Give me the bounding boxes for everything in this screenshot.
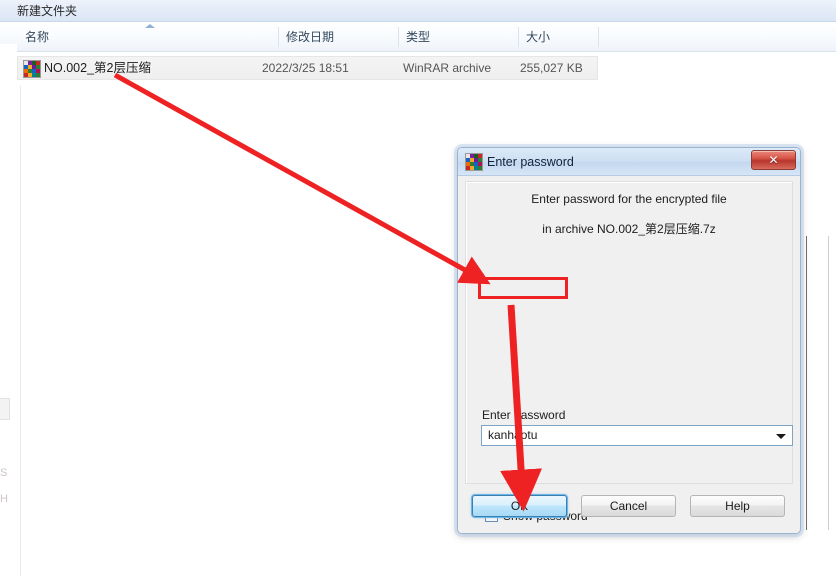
- column-header-1[interactable]: 修改日期: [278, 22, 398, 52]
- file-modified-cell: 2022/3/25 18:51: [262, 61, 349, 75]
- file-name-cell: NO.002_第2层压缩: [44, 61, 151, 75]
- winrar-archive-icon: [465, 153, 483, 171]
- dialog-titlebar: Enter password ✕: [458, 148, 800, 176]
- window-right-border-outer: [828, 236, 829, 530]
- folder-name-label: 新建文件夹: [17, 4, 78, 18]
- column-separator-2[interactable]: [398, 27, 399, 47]
- help-button[interactable]: Help: [690, 495, 785, 517]
- background-divider: [20, 86, 21, 576]
- ok-button[interactable]: OK: [472, 495, 567, 517]
- background-glyph-2: H: [0, 493, 8, 505]
- screen: 新建文件夹 名称 修改日期 类型 大小 NO.002_第2层压缩 2022/3/25 …: [0, 0, 836, 576]
- password-combobox[interactable]: [481, 425, 793, 446]
- dialog-title: Enter password: [487, 155, 574, 169]
- password-field-label: Enter password: [482, 408, 566, 422]
- winrar-archive-icon: [23, 60, 41, 78]
- background-glyph-1: S: [0, 467, 8, 479]
- ascending-sort-arrow-icon: [145, 24, 155, 28]
- column-separator-1[interactable]: [278, 27, 279, 47]
- explorer-toolbar: 新建文件夹: [0, 0, 836, 22]
- left-panel-edge: [0, 398, 10, 420]
- chevron-down-icon[interactable]: [770, 426, 792, 445]
- annotation-arrow-to-password: [113, 72, 491, 285]
- file-list-column-headers: 名称 修改日期 类型 大小: [0, 22, 836, 74]
- window-right-border: [806, 236, 807, 530]
- column-separator-end[interactable]: [598, 27, 599, 47]
- dialog-message-line-2: in archive NO.002_第2层压缩.7z: [542, 222, 716, 236]
- cancel-button[interactable]: Cancel: [581, 495, 676, 517]
- table-row[interactable]: NO.002_第2层压缩 2022/3/25 18:51 WinRAR arch…: [17, 56, 598, 80]
- chevron-down-glyph: [776, 434, 786, 439]
- column-separator-3[interactable]: [518, 27, 519, 47]
- dialog-message-line-1: Enter password for the encrypted file: [531, 192, 727, 206]
- enter-password-dialog: Enter password ✕ Enter password for the …: [457, 147, 801, 534]
- close-icon[interactable]: ✕: [751, 150, 796, 170]
- column-header-2[interactable]: 类型: [398, 22, 518, 52]
- file-type-cell: WinRAR archive: [403, 61, 492, 75]
- column-header-gutter: [0, 44, 17, 74]
- file-size-cell: 255,027 KB: [520, 61, 583, 75]
- password-input[interactable]: [482, 426, 770, 445]
- column-header-3[interactable]: 大小: [518, 22, 598, 52]
